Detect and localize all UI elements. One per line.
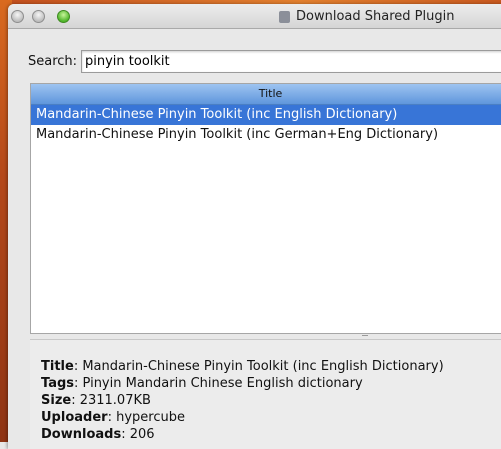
close-button[interactable]: [11, 10, 24, 23]
table-row[interactable]: Mandarin-Chinese Pinyin Toolkit (inc Ger…: [31, 125, 501, 145]
detail-title: Title: Mandarin-Chinese Pinyin Toolkit (…: [41, 359, 444, 374]
plugin-icon: [279, 11, 290, 23]
search-label: Search:: [28, 54, 78, 69]
detail-uploader: Uploader: hypercube: [41, 410, 185, 425]
minimize-button[interactable]: [32, 10, 45, 23]
zoom-button[interactable]: [57, 10, 70, 23]
window-title: Download Shared Plugin: [296, 9, 455, 24]
download-plugin-window: Download Shared Plugin Search: Title Man…: [8, 4, 501, 449]
plugin-table: Title Mandarin-Chinese Pinyin Toolkit (i…: [30, 83, 501, 334]
table-row[interactable]: Mandarin-Chinese Pinyin Toolkit (inc Eng…: [31, 105, 501, 125]
detail-tags: Tags: Pinyin Mandarin Chinese English di…: [41, 376, 363, 391]
search-input[interactable]: [81, 50, 501, 73]
detail-size: Size: 2311.07KB: [41, 393, 151, 408]
plugin-details-panel: Title: Mandarin-Chinese Pinyin Toolkit (…: [30, 339, 501, 449]
column-header-title[interactable]: Title: [31, 84, 501, 105]
titlebar[interactable]: Download Shared Plugin: [8, 4, 501, 29]
detail-downloads: Downloads: 206: [41, 427, 155, 442]
